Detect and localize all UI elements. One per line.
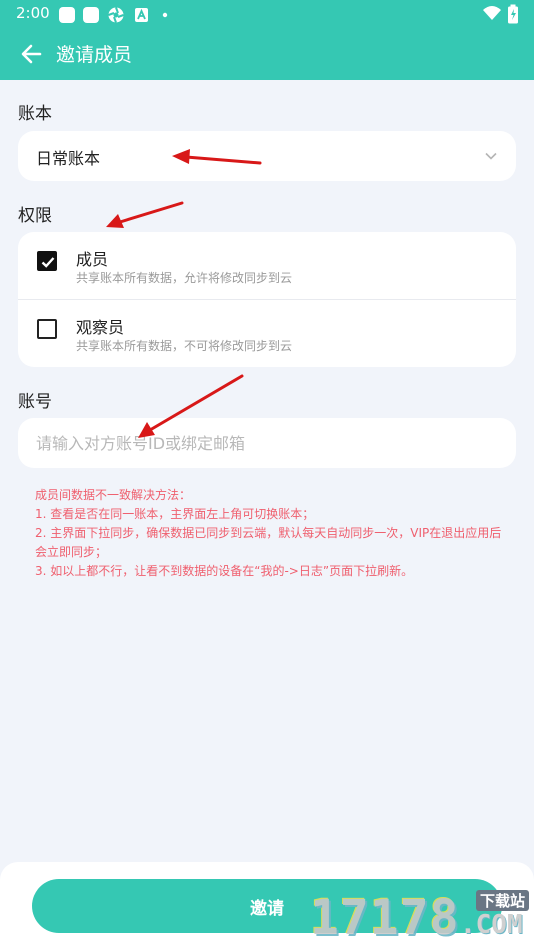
watermark-domain: .COM	[460, 910, 523, 940]
permission-option-member[interactable]: 成员 共享账本所有数据，允许将修改同步到云	[18, 232, 516, 299]
watermark-badge: 下载站	[476, 890, 530, 911]
wifi-icon	[483, 6, 501, 20]
battery-icon	[508, 4, 518, 24]
member-option-name: 成员	[76, 250, 109, 269]
watermark-digits: 17178	[310, 890, 460, 946]
permission-section-label: 权限	[18, 206, 52, 226]
notice-line: 3. 如以上都不行，让看不到数据的设备在“我的->日志”页面下拉刷新。	[35, 564, 414, 578]
notice-line: 2. 主界面下拉同步，确保数据已同步到云端，默认每天自动同步一次，VIP在退出应…	[35, 526, 502, 559]
chevron-down-icon	[485, 152, 497, 160]
site-watermark: 17178 .COM 下载站	[310, 884, 534, 946]
permission-option-observer[interactable]: 观察员 共享账本所有数据，不可将修改同步到云	[18, 300, 516, 367]
app-square-icon	[83, 7, 99, 23]
notice-line: 1. 查看是否在同一账本，主界面左上角可切换账本；	[35, 507, 315, 521]
check-icon	[41, 257, 55, 268]
a-box-icon	[135, 8, 148, 22]
observer-checkbox[interactable]	[37, 319, 57, 339]
app-bar: 邀请成员	[0, 28, 534, 80]
observer-option-desc: 共享账本所有数据，不可将修改同步到云	[76, 339, 293, 353]
pinwheel-icon	[108, 7, 124, 23]
status-bar: 2:00	[0, 0, 534, 28]
page-title: 邀请成员	[56, 44, 133, 66]
book-selected-value: 日常账本	[36, 149, 101, 168]
arrow-left-icon[interactable]	[18, 40, 46, 68]
dot-icon	[162, 12, 168, 18]
notice-line: 成员间数据不一致解决方法：	[35, 488, 192, 502]
member-checkbox[interactable]	[37, 251, 57, 271]
book-selector[interactable]: 日常账本	[18, 131, 516, 181]
account-section-label: 账号	[18, 392, 52, 412]
sync-help-notice: 成员间数据不一致解决方法： 1. 查看是否在同一账本，主界面左上角可切换账本； …	[35, 486, 505, 581]
observer-option-name: 观察员	[76, 318, 125, 337]
member-option-desc: 共享账本所有数据，允许将修改同步到云	[76, 271, 293, 285]
permission-card: 成员 共享账本所有数据，允许将修改同步到云 观察员 共享账本所有数据，不可将修改…	[18, 232, 516, 367]
status-time: 2:00	[16, 4, 50, 22]
book-section-label: 账本	[18, 104, 52, 124]
app-square-icon	[59, 7, 75, 23]
annotation-arrow	[106, 201, 184, 228]
account-input[interactable]	[18, 418, 516, 468]
